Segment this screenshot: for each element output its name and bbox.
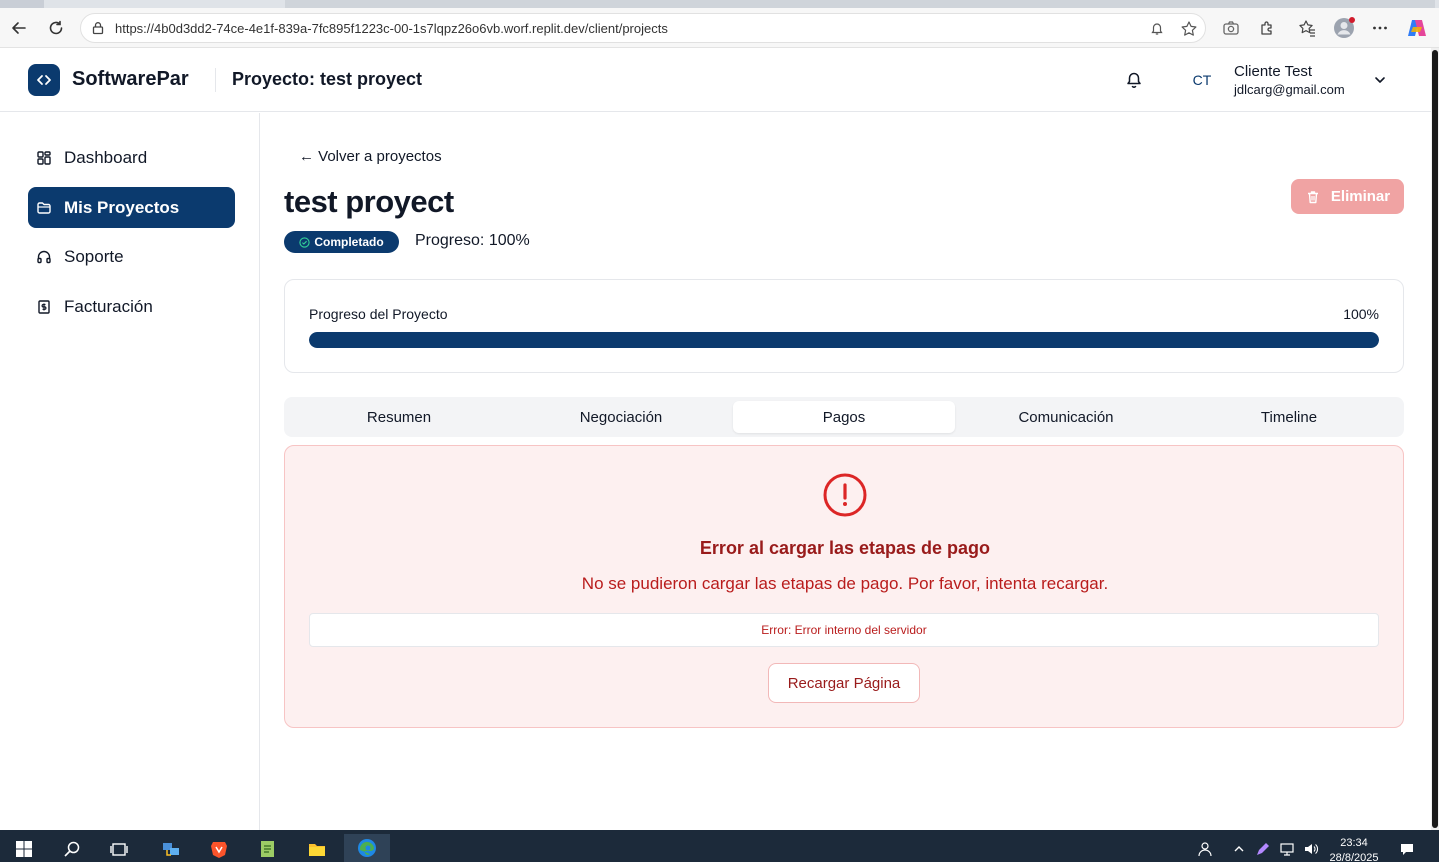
tab-comunicacion[interactable]: Comunicación [955, 401, 1177, 433]
sidebar: Dashboard Mis Proyectos Soporte Facturac… [0, 113, 260, 830]
notification-icon[interactable] [1396, 838, 1418, 860]
search-icon[interactable] [61, 838, 83, 860]
sidebar-item-mis-proyectos[interactable]: Mis Proyectos [28, 187, 235, 228]
sidebar-item-soporte[interactable]: Soporte [28, 236, 235, 277]
trash-icon [1305, 189, 1321, 205]
tab-pagos[interactable]: Pagos [733, 401, 955, 433]
profile-icon[interactable] [1333, 17, 1355, 39]
headphones-icon [36, 249, 52, 265]
project-title: test proyect [284, 184, 454, 219]
sidebar-item-label: Mis Proyectos [64, 197, 180, 217]
people-icon[interactable] [1194, 838, 1216, 860]
edge-browser-icon[interactable] [344, 834, 390, 862]
copilot-icon[interactable] [1406, 17, 1428, 39]
browser-tab-strip [0, 0, 1439, 8]
bell-icon[interactable] [1122, 68, 1146, 92]
status-badge: Completado [284, 231, 399, 253]
sidebar-item-label: Dashboard [64, 147, 148, 167]
taskbar: 23:34 28/8/2025 [0, 830, 1439, 862]
clock-time[interactable]: 23:34 [1325, 837, 1383, 849]
browser-tab-active[interactable] [285, 0, 1435, 8]
page-scrollbar[interactable] [1431, 48, 1439, 830]
back-icon[interactable] [8, 17, 30, 39]
progress-text: Progreso: 100% [415, 232, 530, 249]
browser-toolbar: https://4b0d3dd2-74ce-4e1f-839a-7fc895f1… [0, 8, 1439, 48]
screenshot-icon[interactable] [1220, 17, 1242, 39]
sidebar-item-facturacion[interactable]: Facturación [28, 286, 235, 327]
progress-percent: 100% [1343, 306, 1379, 322]
read-aloud-icon[interactable] [1147, 19, 1167, 39]
sidebar-item-dashboard[interactable]: Dashboard [28, 137, 235, 178]
delete-label: Eliminar [1330, 188, 1391, 205]
tab-timeline[interactable]: Timeline [1178, 401, 1400, 433]
status-badge-label: Completado [314, 235, 384, 249]
delete-button[interactable]: Eliminar [1291, 179, 1404, 214]
avatar[interactable]: CT [1186, 68, 1218, 92]
refresh-icon[interactable] [45, 17, 67, 39]
chevron-down-icon[interactable] [1370, 70, 1390, 90]
error-card: Error al cargar las etapas de pago No se… [284, 445, 1404, 728]
address-bar[interactable]: https://4b0d3dd2-74ce-4e1f-839a-7fc895f1… [80, 13, 1206, 43]
task-view-icon[interactable] [108, 838, 130, 860]
back-to-projects-link[interactable]: ← Volver a proyectos [299, 148, 442, 165]
error-description: No se pudieron cargar las etapas de pago… [581, 574, 1109, 593]
clock-date[interactable]: 28/8/2025 [1325, 852, 1383, 862]
user-name[interactable]: Cliente Test [1234, 63, 1312, 80]
folder-icon [36, 200, 52, 216]
favorite-icon[interactable] [1179, 19, 1199, 39]
url-text[interactable]: https://4b0d3dd2-74ce-4e1f-839a-7fc895f1… [115, 21, 668, 36]
lock-icon[interactable] [91, 21, 105, 35]
scrollbar-thumb[interactable] [1432, 50, 1438, 828]
windows-start-icon[interactable] [13, 838, 35, 860]
sidebar-item-label: Facturación [64, 296, 153, 316]
header-divider [215, 68, 216, 92]
project-tabs: Resumen Negociación Pagos Comunicación T… [284, 397, 1404, 437]
file-explorer-icon[interactable] [306, 838, 328, 860]
progress-label: Progreso del Proyecto [309, 306, 448, 322]
tab-resumen[interactable]: Resumen [288, 401, 510, 433]
brand-name[interactable]: SoftwarePar [72, 68, 189, 91]
check-circle-icon [299, 236, 310, 248]
tab-negociacion[interactable]: Negociación [510, 401, 732, 433]
network-app-icon[interactable] [160, 838, 182, 860]
code-logo-icon[interactable] [28, 64, 60, 96]
notepad-icon[interactable] [257, 838, 279, 860]
reload-button[interactable]: Recargar Página [768, 663, 920, 703]
error-title: Error al cargar las etapas de pago [699, 538, 991, 558]
error-detail: Error: Error interno del servidor [309, 613, 1379, 647]
grid-icon [36, 150, 52, 166]
chevron-up-icon[interactable] [1228, 838, 1250, 860]
progress-bar [309, 332, 1379, 348]
more-icon[interactable] [1369, 17, 1391, 39]
progress-card: Progreso del Proyecto 100% [284, 279, 1404, 373]
page-title: Proyecto: test proyect [232, 69, 423, 89]
pen-icon[interactable] [1252, 838, 1274, 860]
alert-circle-icon [822, 472, 868, 518]
app-header: SoftwarePar Proyecto: test proyect CT Cl… [0, 48, 1431, 112]
user-email[interactable]: jdlcarg@gmail.com [1234, 82, 1345, 97]
progress-bar-fill [309, 332, 1379, 348]
sidebar-item-label: Soporte [64, 246, 124, 266]
browser-tab[interactable] [0, 0, 44, 8]
favorites-icon[interactable] [1296, 17, 1318, 39]
volume-icon[interactable] [1300, 838, 1322, 860]
network-icon[interactable] [1276, 838, 1298, 860]
brave-browser-icon[interactable] [208, 838, 230, 860]
extensions-icon[interactable] [1256, 17, 1278, 39]
receipt-icon [36, 299, 52, 315]
